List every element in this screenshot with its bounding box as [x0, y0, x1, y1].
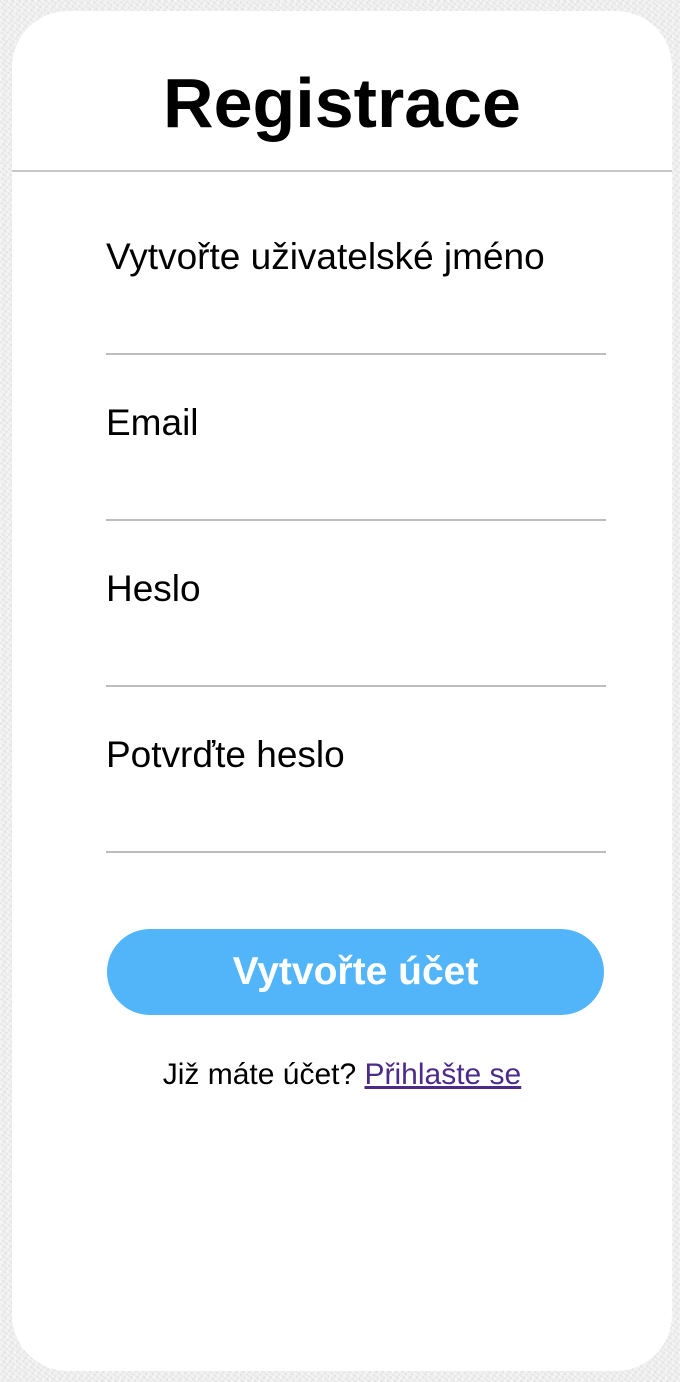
- username-input[interactable]: [106, 291, 606, 355]
- create-account-button[interactable]: Vytvořte účet: [107, 929, 604, 1015]
- email-label: Email: [106, 402, 199, 443]
- registration-card: Registrace Vytvořte uživatelské jméno Em…: [12, 11, 672, 1371]
- password-label: Heslo: [106, 568, 201, 609]
- login-link[interactable]: Přihlašte se: [365, 1058, 522, 1091]
- login-prompt-text: Již máte účet?: [162, 1058, 365, 1091]
- confirm-password-label: Potvrďte heslo: [106, 734, 345, 775]
- password-input[interactable]: [106, 623, 606, 687]
- confirm-password-input[interactable]: [106, 789, 606, 853]
- username-label: Vytvořte uživatelské jméno: [106, 236, 545, 277]
- email-input[interactable]: [106, 457, 606, 521]
- title-divider: [12, 170, 672, 172]
- page-title: Registrace: [163, 64, 521, 142]
- login-prompt-line: Již máte účet? Přihlašte se: [12, 1057, 672, 1093]
